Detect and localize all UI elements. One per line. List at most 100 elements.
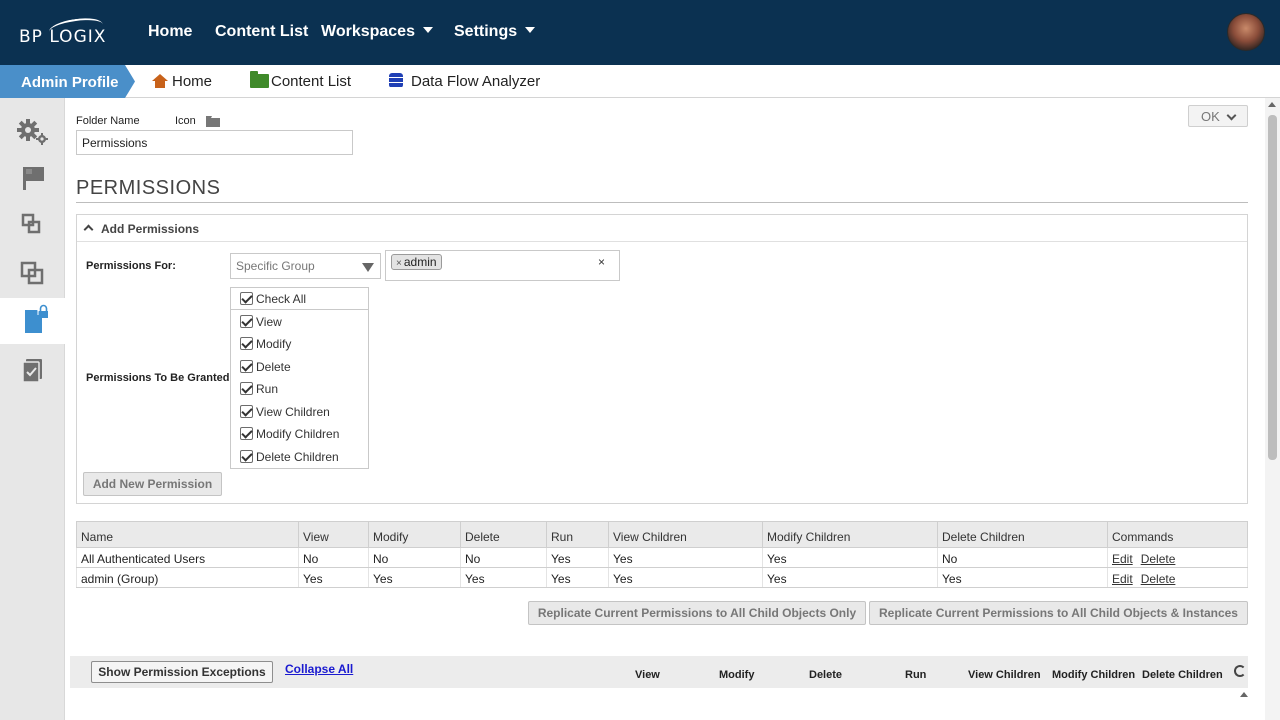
checkbox-modify[interactable]: Modify <box>231 333 368 355</box>
database-icon <box>389 73 403 88</box>
scrollbar-thumb[interactable] <box>1268 115 1277 460</box>
exception-column-header: View <box>635 669 660 681</box>
table-cell: Yes <box>368 567 461 588</box>
selected-group-name: admin <box>403 255 437 269</box>
checkbox-delete[interactable]: Delete <box>231 356 368 378</box>
top-navigation-bar: BP LOGIX Home Content List Workspaces Se… <box>0 0 1280 65</box>
checkbox-label: Check All <box>256 292 307 306</box>
sidebar-item-checklist[interactable] <box>0 348 65 392</box>
delete-link[interactable]: Delete <box>1141 572 1176 586</box>
collapse-all-link[interactable]: Collapse All <box>285 662 353 676</box>
admin-profile-tab[interactable]: Admin Profile <box>0 65 135 98</box>
page-title: PERMISSIONS <box>76 177 221 199</box>
scroll-up-arrow-icon[interactable] <box>1240 692 1248 697</box>
checkbox-run[interactable]: Run <box>231 378 368 400</box>
checkbox-checked-icon[interactable] <box>240 315 253 328</box>
checkbox-checked-icon[interactable] <box>240 427 253 440</box>
sidebar-item-workflow[interactable] <box>0 202 65 246</box>
shortcut-data-flow-analyzer[interactable]: Data Flow Analyzer <box>389 73 540 90</box>
checkbox-label: Modify <box>256 337 292 351</box>
chevron-up-icon <box>83 224 94 235</box>
column-header[interactable]: View <box>298 521 369 548</box>
sidebar-item-copy[interactable] <box>0 250 65 294</box>
column-header[interactable]: Modify <box>368 521 461 548</box>
table-cell: Yes <box>460 567 547 588</box>
nav-settings[interactable]: Settings <box>454 23 536 41</box>
table-cell: All Authenticated Users <box>76 547 299 568</box>
checklist-icon <box>22 359 42 383</box>
column-header[interactable]: View Children <box>608 521 763 548</box>
ok-button[interactable]: OK <box>1188 105 1248 127</box>
sidebar-item-properties[interactable] <box>0 110 65 154</box>
sidebar-item-flag[interactable] <box>0 156 65 200</box>
folder-icon[interactable] <box>206 116 220 127</box>
user-avatar[interactable] <box>1227 13 1265 51</box>
table-cell: No <box>298 547 369 568</box>
column-header[interactable]: Run <box>546 521 609 548</box>
checkbox-checked-icon[interactable] <box>240 382 253 395</box>
tag-remove-icon[interactable]: × <box>396 258 402 269</box>
checkbox-label: Delete Children <box>256 450 339 464</box>
exception-column-header: Modify <box>719 669 755 681</box>
checkbox-delete-children[interactable]: Delete Children <box>231 446 368 468</box>
table-cell: Yes <box>937 567 1108 588</box>
page-scrollbar[interactable] <box>1265 98 1280 720</box>
add-permissions-header[interactable]: Add Permissions <box>77 215 1247 242</box>
column-header[interactable]: Commands <box>1107 521 1248 548</box>
edit-link[interactable]: Edit <box>1112 572 1133 586</box>
show-permission-exceptions-button[interactable]: Show Permission Exceptions <box>91 661 273 683</box>
exception-column-header: Modify Children <box>1052 669 1136 681</box>
folder-name-input[interactable]: Permissions <box>76 130 353 155</box>
replicate-child-objects-button[interactable]: Replicate Current Permissions to All Chi… <box>528 601 866 625</box>
main-content: Folder Name Icon Permissions OK PERMISSI… <box>65 98 1265 720</box>
home-icon <box>152 74 168 88</box>
checkbox-checked-icon[interactable] <box>240 450 253 463</box>
table-cell: Yes <box>298 567 369 588</box>
table-commands-cell: Edit Delete <box>1107 547 1248 568</box>
icon-label: Icon <box>175 115 196 127</box>
permissions-for-label: Permissions For: <box>86 260 176 272</box>
ok-label: OK <box>1201 109 1220 124</box>
nav-workspaces[interactable]: Workspaces <box>321 23 433 41</box>
table-cell: Yes <box>762 547 938 568</box>
add-permissions-panel: Add Permissions Permissions For: Specifi… <box>76 214 1248 504</box>
permissions-checklist: Check All View Modify Delete Run View Ch… <box>230 287 369 469</box>
add-new-permission-button[interactable]: Add New Permission <box>83 472 222 496</box>
permissions-for-select[interactable]: Specific Group <box>230 253 381 279</box>
left-sidebar <box>0 98 65 720</box>
column-header[interactable]: Name <box>76 521 299 548</box>
checkbox-checked-icon[interactable] <box>240 405 253 418</box>
checkbox-view-children[interactable]: View Children <box>231 401 368 423</box>
table-cell: Yes <box>546 567 609 588</box>
sidebar-item-permissions[interactable] <box>0 298 65 344</box>
clear-selection-icon[interactable]: × <box>598 255 605 269</box>
scroll-up-arrow-icon[interactable] <box>1268 102 1276 107</box>
replicate-child-objects-instances-button[interactable]: Replicate Current Permissions to All Chi… <box>869 601 1248 625</box>
checkbox-checked-icon[interactable] <box>240 292 253 305</box>
checkbox-check-all[interactable]: Check All <box>231 288 368 310</box>
checkbox-label: Run <box>256 382 279 396</box>
edit-link[interactable]: Edit <box>1112 552 1133 566</box>
column-header[interactable]: Delete <box>460 521 547 548</box>
column-header[interactable]: Delete Children <box>937 521 1108 548</box>
nav-home[interactable]: Home <box>148 23 192 41</box>
column-header[interactable]: Modify Children <box>762 521 938 548</box>
nav-content-list[interactable]: Content List <box>215 23 308 41</box>
bp-logix-logo[interactable]: BP LOGIX <box>19 15 109 47</box>
checkbox-modify-children[interactable]: Modify Children <box>231 423 368 445</box>
shortcut-content-list[interactable]: Content List <box>250 71 351 90</box>
table-cell: Yes <box>762 567 938 588</box>
shortcut-home-label: Home <box>172 73 213 90</box>
checkbox-checked-icon[interactable] <box>240 360 253 373</box>
group-selector-input[interactable]: × admin × <box>385 250 620 281</box>
table-cell: Yes <box>546 547 609 568</box>
checkbox-checked-icon[interactable] <box>240 337 253 350</box>
table-cell: Yes <box>608 547 763 568</box>
permissions-granted-label: Permissions To Be Granted <box>86 372 230 384</box>
refresh-icon[interactable] <box>1234 665 1246 677</box>
shortcut-home[interactable]: Home <box>152 73 212 90</box>
caret-down-icon <box>422 26 433 33</box>
checkbox-view[interactable]: View <box>231 311 368 333</box>
delete-link[interactable]: Delete <box>1141 552 1176 566</box>
selected-group-tag[interactable]: × admin <box>391 254 442 270</box>
